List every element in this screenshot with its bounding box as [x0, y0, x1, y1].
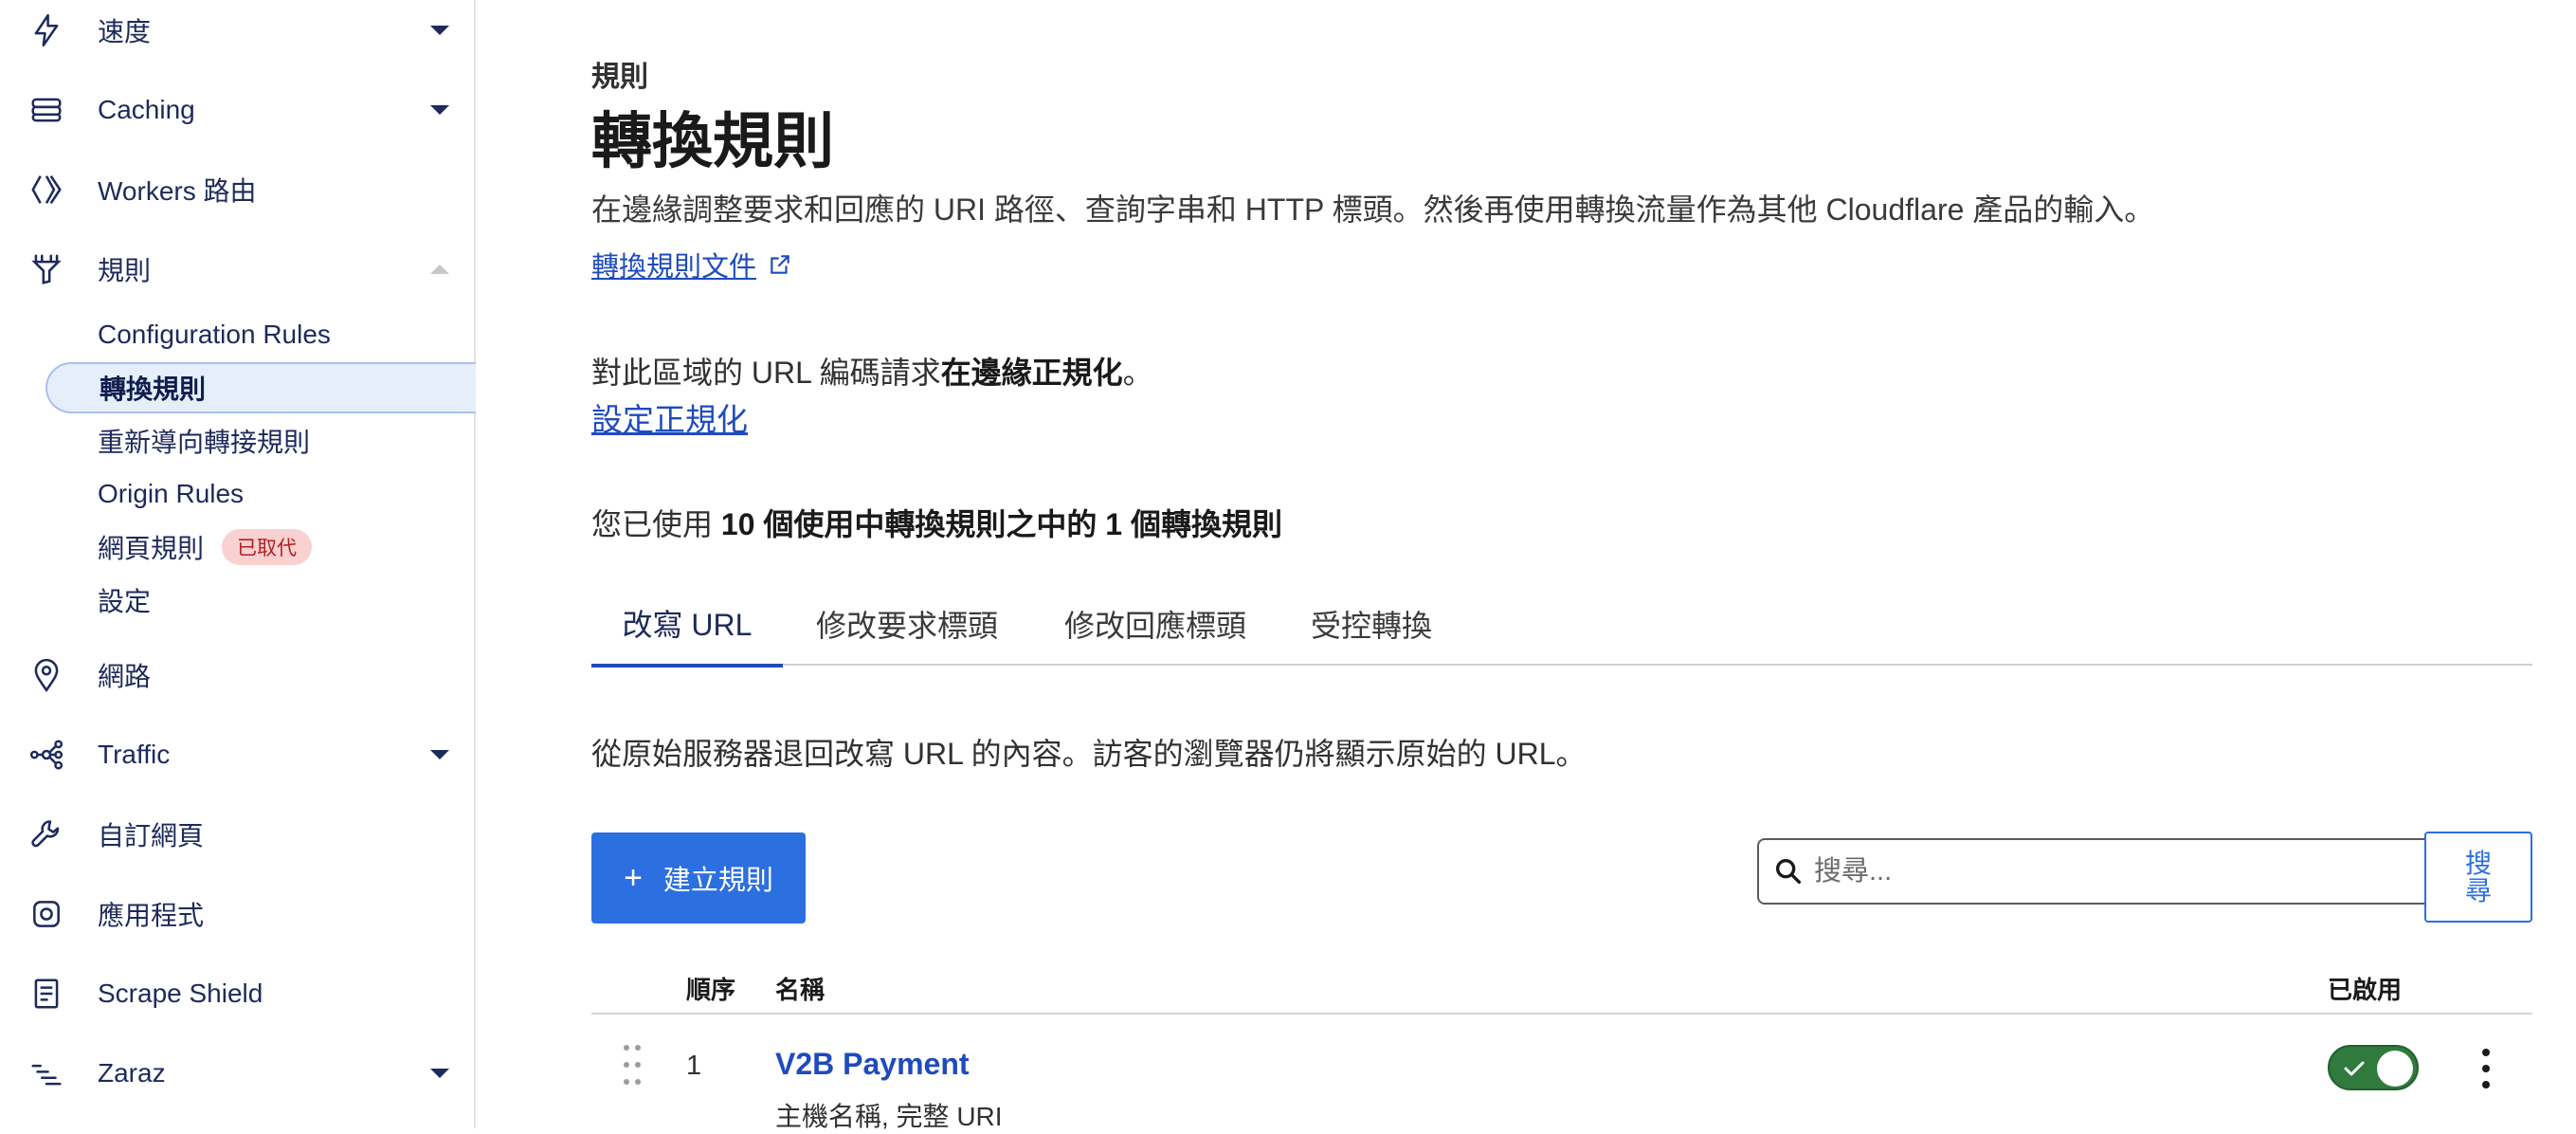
sidebar-item-label: Zaraz	[98, 1058, 166, 1088]
sidebar-item-label: Traffic	[98, 740, 171, 769]
search-icon	[1775, 858, 1802, 885]
funnel-rules-icon	[27, 249, 66, 289]
chevron-up-icon	[428, 258, 451, 281]
normalization-text: 對此區域的 URL 編碼請求在邊緣正規化。	[591, 349, 1153, 393]
docs-link[interactable]: 轉換規則文件	[591, 245, 792, 284]
sidebar-subitem-label: 重新導向轉接規則	[98, 428, 311, 457]
sidebar-subitem-transform-rules[interactable]: 轉換規則	[45, 362, 476, 413]
column-header-enabled: 已啟用	[2328, 976, 2403, 1004]
sidebar-item-network[interactable]: 網路	[0, 635, 474, 715]
zaraz-lines-icon	[27, 1053, 66, 1093]
search-button-label: 搜尋	[2464, 848, 2492, 905]
rule-order: 1	[686, 1051, 702, 1081]
sidebar-item-custom-pages[interactable]: 自訂網頁	[0, 795, 474, 874]
usage-summary: 您已使用 10 個使用中轉換規則之中的 1 個轉換規則	[591, 501, 1282, 544]
table-header: 順序 名稱 已啟用	[591, 961, 2532, 1015]
usage-prefix: 您已使用	[591, 507, 721, 541]
sidebar-item-scrape-shield[interactable]: Scrape Shield	[0, 954, 474, 1033]
sidebar-subitem-page-rules[interactable]: 網頁規則 已取代	[45, 521, 476, 573]
sidebar-item-label: Caching	[98, 95, 195, 124]
tab-managed-transforms[interactable]: 受控轉換	[1302, 582, 1441, 666]
database-stack-icon	[27, 90, 66, 130]
sidebar-item-label: Scrape Shield	[98, 979, 263, 1008]
tab-modify-request-header[interactable]: 修改要求標頭	[809, 582, 1005, 666]
sidebar-item-workers-routes[interactable]: Workers 路由	[0, 150, 474, 229]
create-rule-button[interactable]: + 建立規則	[591, 832, 806, 924]
sidebar-subitem-label: Configuration Rules	[98, 320, 331, 349]
column-header-name: 名稱	[775, 976, 825, 1004]
sidebar-item-zaraz[interactable]: Zaraz	[0, 1033, 474, 1113]
rule-fields: 主機名稱, 完整 URI	[775, 1102, 1003, 1131]
sidebar-subitem-origin-rules[interactable]: Origin Rules	[45, 468, 476, 520]
page-title: 轉換規則	[591, 107, 834, 175]
lightning-icon	[27, 10, 66, 50]
usage-count: 10 個使用中轉換規則之中的 1 個轉換規則	[720, 507, 1282, 541]
tab-bar: 改寫 URL 修改要求標頭 修改回應標頭 受控轉換	[591, 582, 2532, 668]
deprecated-badge: 已取代	[222, 529, 312, 565]
sidebar-item-rules[interactable]: 規則	[0, 229, 474, 309]
search-button[interactable]: 搜尋	[2424, 832, 2532, 923]
plus-icon: +	[624, 859, 643, 896]
sidebar-subitem-settings[interactable]: 設定	[45, 575, 476, 626]
sidebar-item-label: 速度	[98, 17, 152, 46]
rule-name-link[interactable]: V2B Payment	[775, 1047, 970, 1082]
check-icon	[2344, 1061, 2365, 1076]
sidebar-item-caching[interactable]: Caching	[0, 70, 474, 150]
configure-normalization-link[interactable]: 設定正規化	[591, 394, 748, 440]
tab-description: 從原始服務器退回改寫 URL 的內容。訪客的瀏覽器仍將顯示原始的 URL。	[591, 737, 1587, 771]
enabled-toggle[interactable]	[2328, 1045, 2419, 1090]
sidebar-item-label: 應用程式	[98, 901, 205, 930]
apps-circle-icon	[27, 894, 66, 934]
normalization-bold: 在邊緣正規化	[940, 356, 1123, 390]
sidebar-subitem-label: Origin Rules	[98, 479, 245, 508]
search-input[interactable]	[1814, 843, 2421, 900]
normalization-prefix: 對此區域的 URL 編碼請求	[591, 356, 941, 390]
sidebar-item-label: 自訂網頁	[98, 821, 205, 850]
chevron-down-icon	[428, 1062, 451, 1085]
traffic-share-icon	[27, 735, 66, 775]
sidebar-item-label: Workers 路由	[98, 176, 257, 206]
location-pin-icon	[27, 655, 66, 695]
normalization-suffix: 。	[1122, 356, 1153, 390]
sidebar-subitem-redirect-rules[interactable]: 重新導向轉接規則	[45, 415, 476, 466]
toggle-knob	[2377, 1051, 2413, 1087]
workers-diamond-icon	[27, 170, 66, 210]
chevron-down-icon	[428, 743, 451, 766]
drag-handle-icon[interactable]	[624, 1045, 643, 1087]
chevron-down-icon	[428, 99, 451, 121]
more-options-icon[interactable]	[2472, 1045, 2500, 1092]
chevron-down-icon	[428, 19, 451, 42]
tab-rewrite-url[interactable]: 改寫 URL	[591, 582, 783, 668]
page-description: 在邊緣調整要求和回應的 URI 路徑、查詢字串和 HTTP 標頭。然後再使用轉換…	[591, 192, 2155, 227]
sidebar: 速度 Caching Workers 路由 規則 Configuration R…	[0, 0, 476, 1128]
column-header-order: 順序	[686, 976, 736, 1004]
sidebar-item-label: 網路	[98, 662, 152, 691]
sidebar-item-traffic[interactable]: Traffic	[0, 715, 474, 795]
tab-modify-response-header[interactable]: 修改回應標頭	[1058, 582, 1253, 666]
table-row: 1 V2B Payment 主機名稱, 完整 URI	[591, 1016, 2532, 1131]
docs-link-label: 轉換規則文件	[591, 252, 757, 283]
sidebar-item-label: 規則	[98, 256, 152, 285]
sidebar-subitem-configuration-rules[interactable]: Configuration Rules	[45, 309, 476, 360]
sidebar-item-speed[interactable]: 速度	[0, 0, 474, 70]
sidebar-subitem-label: 轉換規則	[100, 375, 207, 404]
search-field[interactable]	[1757, 838, 2430, 905]
breadcrumb: 規則	[591, 62, 648, 93]
external-link-icon	[771, 255, 789, 274]
sidebar-item-apps[interactable]: 應用程式	[0, 874, 474, 954]
create-rule-label: 建立規則	[662, 866, 773, 896]
sidebar-subitem-label: 網頁規則	[98, 534, 205, 563]
sidebar-subitem-label: 設定	[98, 587, 152, 616]
wrench-icon	[27, 814, 66, 854]
document-icon	[27, 974, 66, 1014]
